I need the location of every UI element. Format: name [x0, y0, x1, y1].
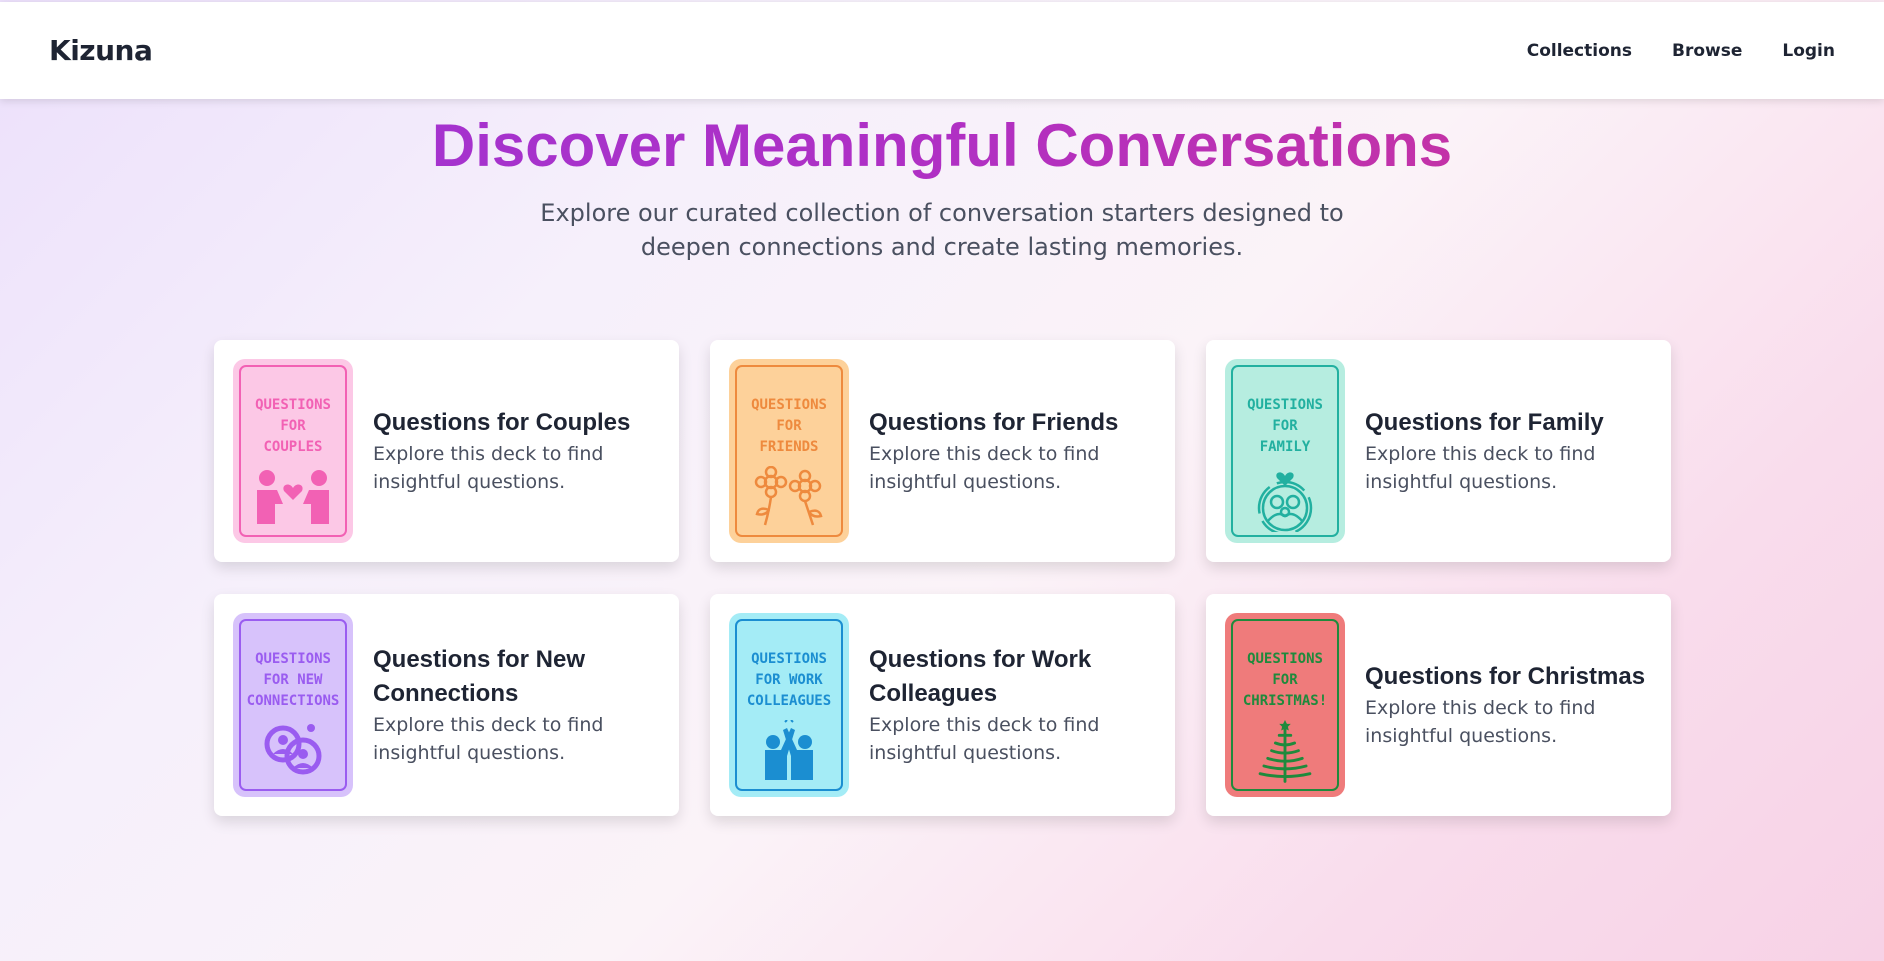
deck-card-work-colleagues[interactable]: Questions for work colleagues Questions … [710, 594, 1175, 816]
nav-browse-link[interactable]: Browse [1672, 41, 1742, 61]
deck-card-family[interactable]: Questions for family Questions for Famil… [1206, 340, 1671, 562]
deck-description-line-2: insightful questions. [869, 742, 1062, 764]
deck-description-line-1: Explore this deck to find [869, 714, 1100, 736]
deck-cover-text: Questions for christmas! [1242, 651, 1328, 709]
hero-subtitle-line-1: Explore our curated collection of conver… [540, 199, 1344, 227]
linked-people-icon [264, 724, 322, 775]
deck-description-line-2: insightful questions. [373, 471, 566, 493]
deck-title: Questions for Work Colleagues [869, 646, 1092, 707]
deck-description-line-2: insightful questions. [1365, 471, 1558, 493]
hero-subtitle-line-2: deepen connections and create lasting me… [640, 233, 1244, 261]
deck-cover: Questions for friends [729, 359, 849, 543]
hero-subtitle: Explore our curated collection of conver… [0, 196, 1884, 264]
deck-description-line-1: Explore this deck to find [869, 443, 1100, 465]
deck-title: Questions for Friends [869, 409, 1119, 436]
deck-card-couples[interactable]: Questions for couples Questions for Coup… [214, 340, 679, 562]
deck-description-line-1: Explore this deck to find [373, 714, 604, 736]
high-five-icon [765, 720, 813, 780]
deck-grid: Questions for couples Questions for Coup… [214, 340, 1671, 816]
deck-description-line-2: insightful questions. [1365, 725, 1558, 747]
deck-title: Questions for Family [1365, 409, 1604, 436]
deck-cover-text: Questions for friends [751, 397, 827, 455]
deck-card-friends[interactable]: Questions for friends Questions for Frie… [710, 340, 1175, 562]
deck-description-line-2: insightful questions. [869, 471, 1062, 493]
christmas-tree-icon [1258, 720, 1312, 783]
family-heart-icon [1257, 472, 1313, 532]
brand-logo[interactable]: Kizuna [49, 34, 153, 67]
deck-title: Questions for New Connections [373, 646, 586, 707]
deck-card-new-connections[interactable]: Questions for new connections Questions … [214, 594, 679, 816]
nav-collections-link[interactable]: Collections [1527, 41, 1632, 61]
deck-cover: Questions for family [1225, 359, 1345, 543]
deck-title: Questions for Christmas [1365, 663, 1646, 690]
couple-holding-heart-icon [257, 470, 329, 524]
deck-description-line-2: insightful questions. [373, 742, 566, 764]
deck-title: Questions for Couples [373, 409, 631, 436]
deck-cover: Questions for christmas! [1225, 613, 1345, 797]
deck-description-line-1: Explore this deck to find [1365, 443, 1596, 465]
deck-cover: Questions for new connections [233, 613, 353, 797]
nav-login-link[interactable]: Login [1782, 41, 1835, 61]
flower-friends-icon [754, 466, 823, 526]
deck-description-line-1: Explore this deck to find [1365, 697, 1596, 719]
deck-description-line-1: Explore this deck to find [373, 443, 604, 465]
deck-cover-text: Questions for work colleagues [746, 651, 832, 709]
deck-cover-text: Questions for couples [255, 397, 331, 455]
nav-links: Collections Browse Login [1527, 41, 1835, 61]
deck-card-christmas[interactable]: Questions for christmas! Questions [1206, 594, 1671, 816]
deck-cover: Questions for work colleagues [729, 613, 849, 797]
navbar: Kizuna Collections Browse Login [0, 2, 1884, 99]
hero-title: Discover Meaningful Conversations [0, 110, 1884, 182]
deck-cover-text: Questions for new connections [246, 651, 340, 709]
deck-cover-text: Questions for family [1247, 397, 1323, 455]
deck-cover: Questions for couples [233, 359, 353, 543]
